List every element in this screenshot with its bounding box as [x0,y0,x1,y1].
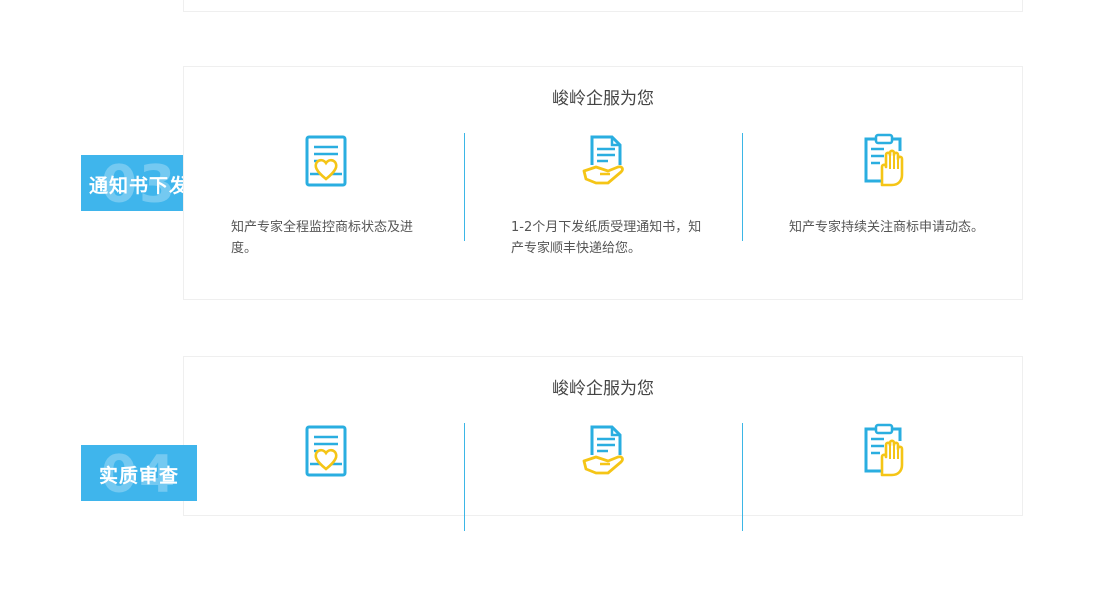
step-label: 通知书下发 [88,175,189,197]
hand-document-icon [578,423,634,479]
feature-item [464,423,742,603]
card-title: 峻岭企服为您 [552,379,654,399]
clipboard-hand-icon [856,423,912,479]
certificate-heart-icon [298,133,354,189]
service-card: 峻岭企服为您 知产专家全程监控商标状态及进度。 1-2个月下发纸质受理通知书，知… [183,66,1023,300]
feature-item: 知产专家持续关注商标申请动态。 [742,133,1020,313]
clipboard-hand-icon [856,133,912,189]
feature-text: 1-2个月下发纸质受理通知书，知产专家顺丰快递给您。 [511,220,702,256]
feature-text: 知产专家全程监控商标状态及进度。 [231,220,414,256]
step-badge: 03 通知书下发 [81,155,197,211]
feature-item: 1-2个月下发纸质受理通知书，知产专家顺丰快递给您。 [464,133,742,313]
card-title: 峻岭企服为您 [552,89,654,109]
step-label: 实质审查 [98,465,179,487]
feature-item [184,423,462,603]
step-badge: 04 实质审查 [81,445,197,501]
previous-section-card [183,0,1023,12]
feature-item: 知产专家全程监控商标状态及进度。 [184,133,462,313]
service-card: 峻岭企服为您 [183,356,1023,531]
feature-item [742,423,1020,603]
certificate-heart-icon [298,423,354,479]
hand-document-icon [578,133,634,189]
feature-text: 知产专家持续关注商标申请动态。 [789,220,985,235]
